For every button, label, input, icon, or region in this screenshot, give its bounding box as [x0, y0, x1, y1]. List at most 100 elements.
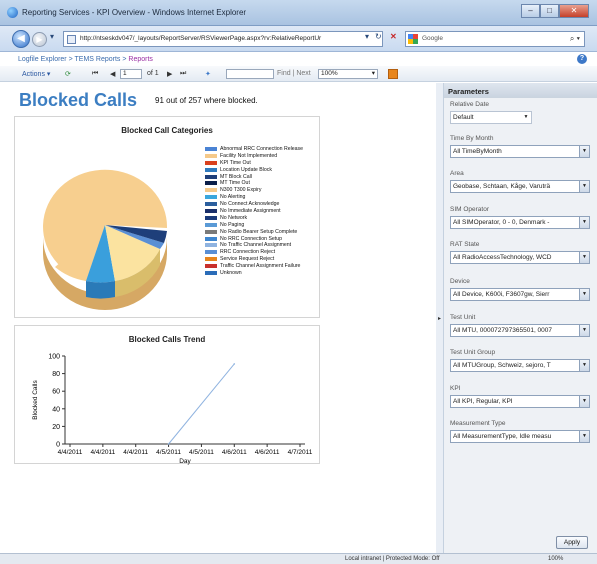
- report-title: Blocked Calls: [19, 90, 138, 110]
- y-tick-label: 60: [52, 389, 60, 396]
- legend-label: No Radio Bearer Setup Complete: [220, 228, 298, 235]
- dropdown-arrow-icon[interactable]: ▼: [579, 252, 589, 263]
- legend-label: N300 T300 Expiry: [220, 187, 262, 194]
- dropdown-arrow-icon[interactable]: ▼: [579, 396, 589, 407]
- legend-label: No Paging: [220, 221, 245, 228]
- legend-label: MT Block Call: [220, 173, 252, 180]
- collapse-arrow-icon[interactable]: ▸: [438, 315, 441, 322]
- param-select[interactable]: All MeasurementType, Idle measu ▼: [450, 430, 590, 443]
- actions-menu[interactable]: Actions ▾: [22, 70, 50, 78]
- search-field[interactable]: Google ⌕ ▾: [405, 31, 585, 47]
- legend-swatch: [205, 243, 217, 248]
- address-field[interactable]: http://ntseskdv047/_layouts/ReportServer…: [63, 31, 383, 47]
- param-label: Test Unit: [450, 314, 476, 321]
- pie-depth-blue: [86, 281, 115, 299]
- history-dropdown-icon[interactable]: ▾: [50, 32, 54, 41]
- legend-item: Location Update Block: [205, 167, 303, 174]
- find-input[interactable]: [226, 69, 274, 79]
- dropdown-arrow-icon[interactable]: ▼: [579, 289, 589, 300]
- param-select[interactable]: All KPI, Regular, KPI ▼: [450, 395, 590, 408]
- search-icon[interactable]: ⌕ ▾: [570, 34, 580, 44]
- param-select[interactable]: All TimeByMonth ▼: [450, 145, 590, 158]
- legend-label: No Immediate Assignment: [220, 208, 281, 215]
- address-toolbar: ◀ ▶ ▾ http://ntseskdv047/_layouts/Report…: [0, 26, 597, 52]
- find-next-link[interactable]: Find | Next: [277, 70, 311, 77]
- x-tick-label: 4/4/2011: [123, 449, 148, 456]
- legend-swatch: [205, 229, 217, 234]
- close-button[interactable]: ✕: [559, 4, 589, 18]
- param-select[interactable]: All Device, K600i, F3607gw, Sierr ▼: [450, 288, 590, 301]
- dropdown-arrow-icon[interactable]: ▼: [579, 217, 589, 228]
- report-summary: 91 out of 257 where blocked.: [155, 96, 258, 105]
- x-tick-label: 4/6/2011: [222, 449, 247, 456]
- legend-item: No Alerting: [205, 194, 303, 201]
- dropdown-arrow-icon[interactable]: ▼: [521, 112, 531, 123]
- zoom-select[interactable]: 100% ▾: [318, 69, 378, 79]
- legend-swatch: [205, 174, 217, 179]
- legend-item: No Immediate Assignment: [205, 208, 303, 215]
- back-icon[interactable]: ◀: [12, 30, 30, 48]
- legend-label: RRC Connection Reject: [220, 249, 276, 256]
- param-value: All MTUGroup, Schweiz, sejoro, T: [453, 362, 551, 369]
- param-select[interactable]: Geobase, Schtaan, Kåge, Varuträ ▼: [450, 180, 590, 193]
- help-icon[interactable]: ?: [577, 54, 587, 64]
- dropdown-arrow-icon[interactable]: ▼: [579, 146, 589, 157]
- param-select[interactable]: Default ▼: [450, 111, 532, 124]
- legend-item: Abnormal RRC Connection Release: [205, 146, 303, 153]
- x-tick-label: 4/4/2011: [90, 449, 115, 456]
- param-value: Geobase, Schtaan, Kåge, Varuträ: [453, 183, 551, 190]
- stop-icon[interactable]: ✕: [390, 32, 397, 41]
- legend-label: Traffic Channel Assignment Failure: [220, 263, 301, 270]
- x-tick-label: 4/4/2011: [58, 449, 83, 456]
- status-zoom[interactable]: 100%: [548, 556, 563, 562]
- x-tick-label: 4/5/2011: [156, 449, 181, 456]
- refresh-report-icon[interactable]: ⟳: [65, 70, 71, 78]
- legend-label: KPI Time Out: [220, 159, 251, 166]
- breadcrumb-logfile-explorer[interactable]: Logfile Explorer: [18, 56, 67, 63]
- previous-page-icon[interactable]: ◀: [110, 70, 115, 78]
- minimize-button[interactable]: –: [521, 4, 540, 18]
- param-select[interactable]: All SIMOperator, 0 - 0, Denmark - ▼: [450, 216, 590, 229]
- legend-item: No Traffic Channel Assignment: [205, 242, 303, 249]
- refresh-icon[interactable]: ↻: [375, 32, 382, 41]
- maximize-button[interactable]: □: [540, 4, 559, 18]
- apply-button[interactable]: Apply: [556, 536, 588, 549]
- legend-swatch: [205, 195, 217, 200]
- legend-label: Unknown: [220, 270, 242, 277]
- trend-point: [167, 443, 170, 445]
- page-number-input[interactable]: 1: [120, 69, 142, 79]
- export-icon[interactable]: [388, 69, 398, 79]
- param-label: SIM Operator: [450, 206, 490, 213]
- back-to-parent-icon[interactable]: ✦: [205, 70, 211, 78]
- param-value: All SIMOperator, 0 - 0, Denmark -: [453, 219, 550, 226]
- report-toolbar: Actions ▾ ⟳ ⏮ ◀ 1 of 1 ▶ ⏭ ✦ Find | Next…: [0, 66, 597, 82]
- last-page-icon[interactable]: ⏭: [180, 70, 186, 78]
- page-icon: [67, 35, 76, 44]
- param-select[interactable]: All MTU, 000072797365501, 0007 ▼: [450, 324, 590, 337]
- forward-icon[interactable]: ▶: [32, 32, 47, 47]
- first-page-icon[interactable]: ⏮: [92, 70, 98, 78]
- breadcrumb-tems-reports[interactable]: TEMS Reports: [75, 56, 121, 63]
- pie-chart-svg: [43, 169, 168, 310]
- dropdown-arrow-icon[interactable]: ▼: [579, 181, 589, 192]
- status-bar: Local intranet | Protected Mode: Off 100…: [0, 553, 597, 564]
- window-title: Reporting Services - KPI Overview - Wind…: [22, 8, 247, 17]
- legend-item: Unknown: [205, 270, 303, 277]
- param-select[interactable]: All MTUGroup, Schweiz, sejoro, T ▼: [450, 359, 590, 372]
- x-axis-label: Day: [179, 458, 191, 465]
- x-tick-label: 4/7/2011: [288, 449, 313, 456]
- y-tick-label: 20: [52, 424, 60, 431]
- legend-label: Abnormal RRC Connection Release: [220, 146, 304, 152]
- next-page-icon[interactable]: ▶: [167, 70, 172, 78]
- address-dropdown-icon[interactable]: ▾: [365, 32, 369, 41]
- legend-item: No RRC Connection Setup: [205, 236, 303, 243]
- legend-swatch: [205, 236, 217, 241]
- dropdown-arrow-icon[interactable]: ▼: [579, 431, 589, 442]
- page-count: of 1: [147, 70, 159, 77]
- y-axis-label: Blocked Calls: [32, 380, 39, 420]
- dropdown-arrow-icon[interactable]: ▼: [579, 325, 589, 336]
- pane-splitter[interactable]: ▸: [436, 83, 444, 553]
- dropdown-arrow-icon[interactable]: ▼: [579, 360, 589, 371]
- param-select[interactable]: All RadioAccessTechnology, WCD ▼: [450, 251, 590, 264]
- y-tick-label: 80: [52, 371, 60, 378]
